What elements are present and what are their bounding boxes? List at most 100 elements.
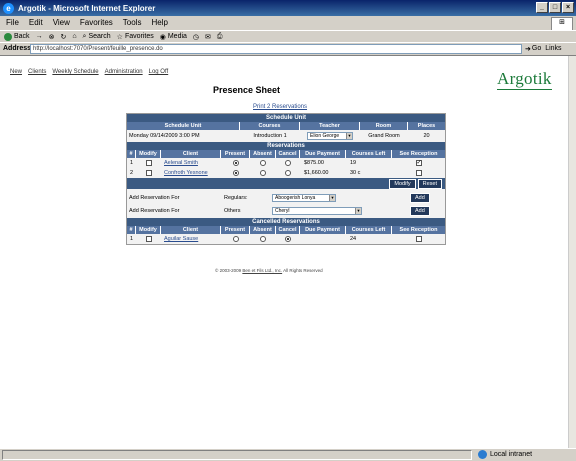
star-icon: ☆ (116, 33, 123, 41)
client-link[interactable]: Aelenal Smith (164, 160, 198, 166)
security-zone: Local intranet (478, 450, 532, 459)
modify-cell (136, 170, 161, 176)
maximize-button[interactable]: □ (549, 2, 561, 13)
absent-radio[interactable] (260, 160, 266, 166)
ie-icon: e (3, 2, 14, 14)
client-link[interactable]: Aguilar Sause (164, 236, 198, 242)
col-number: # (127, 150, 136, 158)
search-button[interactable]: ⌕ Search (83, 33, 111, 41)
company-link[interactable]: Ben et Fils Ltd., Inc. (242, 268, 282, 273)
add-regular-button[interactable]: Add (410, 192, 430, 203)
globe-icon (478, 450, 487, 459)
present-radio[interactable] (232, 236, 239, 242)
col-due-payment: Due Payment (300, 226, 346, 234)
favorites-button[interactable]: ☆ Favorites (117, 33, 154, 41)
menu-favorites[interactable]: Favorites (80, 18, 113, 27)
courses-left: 30 c (350, 170, 361, 176)
reservation-row: 2 Confroth Yesnone $1,660.00 30 c (127, 168, 445, 178)
media-icon: ◉ (159, 33, 166, 41)
modify-checkbox[interactable] (145, 160, 152, 166)
nav-weekly-schedule[interactable]: Weekly Schedule (52, 69, 98, 75)
footer: © 2003-2009 Ben et Fils Ltd., Inc. All R… (215, 268, 323, 273)
status-bar: Local intranet (0, 448, 576, 461)
teacher-select[interactable]: Elion George ▼ (307, 132, 353, 140)
reception-cell (392, 170, 445, 176)
reset-button[interactable]: Reset (417, 178, 442, 189)
add-regular-row: Add Reservation For Regulars: Aboogerish… (127, 191, 445, 204)
absent-radio[interactable] (260, 236, 266, 242)
places-value: 20 (423, 133, 430, 139)
see-reception-checkbox[interactable] (415, 236, 422, 242)
page-content: New Clients Weekly Schedule Administrati… (0, 55, 576, 448)
forward-button[interactable]: → (36, 33, 43, 40)
reservations-header: Reservations (127, 142, 445, 150)
rights-text: All Rights Reserved (283, 268, 323, 273)
add-reservation-label: Add Reservation For (129, 194, 180, 201)
client-link[interactable]: Confroth Yesnone (164, 170, 208, 176)
window-title: Argotik - Microsoft Internet Explorer (18, 3, 156, 13)
vertical-scrollbar[interactable] (568, 56, 576, 448)
schedule-unit-header: Schedule Unit (127, 114, 445, 122)
back-button[interactable]: Back (4, 32, 30, 41)
zone-label: Local intranet (490, 451, 533, 458)
mail-button[interactable]: ✉ (205, 33, 211, 41)
links-button[interactable]: Links (545, 45, 561, 52)
col-see-reception: See Reception (399, 227, 438, 233)
col-places: Places (417, 123, 436, 129)
see-reception-checkbox[interactable] (415, 170, 422, 176)
see-reception-checkbox[interactable] (415, 160, 422, 166)
modify-checkbox[interactable] (145, 236, 152, 242)
menu-help[interactable]: Help (151, 18, 167, 27)
col-courses-left: Courses Left (346, 150, 392, 158)
print-reservations-link[interactable]: Print 2 Reservations (253, 104, 307, 110)
cancel-radio[interactable] (285, 236, 291, 242)
modify-checkbox[interactable] (145, 170, 152, 176)
regulars-label: Regulars: (224, 194, 248, 201)
logo-underline (497, 89, 552, 90)
nav-administration[interactable]: Administration (105, 69, 143, 75)
absent-radio[interactable] (260, 170, 266, 176)
chevron-down-icon: ▼ (329, 194, 335, 201)
minimize-button[interactable]: _ (536, 2, 548, 13)
col-client: Client (161, 226, 221, 234)
media-button[interactable]: ◉ Media (160, 33, 187, 41)
menu-edit[interactable]: Edit (29, 18, 43, 27)
present-radio[interactable] (232, 160, 239, 166)
absent-cell (250, 236, 276, 242)
home-button[interactable]: ⌂ (72, 33, 76, 40)
address-bar: Address http://localhost:7070/Present/fe… (0, 42, 576, 54)
schedule-row: Monday 09/14/2009 3:00 PM Introduction 1… (127, 130, 445, 142)
nav-clients[interactable]: Clients (28, 69, 46, 75)
nav-log-off[interactable]: Log Off (149, 69, 169, 75)
refresh-button[interactable]: ↻ (60, 33, 66, 41)
address-input[interactable]: http://localhost:7070/Present/feuille_pr… (30, 43, 522, 54)
row-number: 1 (129, 160, 134, 166)
stop-button[interactable]: ⊗ (49, 33, 55, 41)
regulars-select[interactable]: Aboogerish Lonya ▼ (272, 193, 336, 202)
schedule-column-headers: Schedule Unit Courses Teacher Room Place… (127, 122, 445, 130)
cancelled-column-headers: # Modify Client Present Absent Cancel Du… (127, 226, 445, 234)
reception-cell (392, 160, 445, 166)
modify-cell (136, 236, 161, 242)
print-button[interactable]: ⎙ (217, 33, 223, 41)
present-radio[interactable] (232, 170, 239, 176)
close-button[interactable]: × (562, 2, 574, 13)
nav-new[interactable]: New (10, 69, 22, 75)
menu-tools[interactable]: Tools (123, 18, 142, 27)
window-controls: _ □ × (536, 2, 574, 13)
add-other-button[interactable]: Add (410, 205, 430, 216)
room-value: Grand Room (368, 133, 400, 139)
modify-button[interactable]: Modify (389, 178, 416, 189)
history-button[interactable]: ◷ (193, 33, 199, 41)
search-icon: ⌕ (82, 32, 87, 40)
chevron-down-icon: ▼ (355, 207, 361, 214)
cancel-radio[interactable] (285, 160, 291, 166)
cancel-radio[interactable] (285, 170, 291, 176)
client-cell: Aelenal Smith (161, 160, 221, 166)
others-select[interactable]: Cheryl ▼ (272, 206, 362, 215)
menu-view[interactable]: View (53, 18, 70, 27)
reservation-row: 1 Aelenal Smith $875.00 19 (127, 158, 445, 168)
go-button[interactable]: ➜ Go (525, 45, 541, 53)
absent-cell (250, 170, 276, 176)
menu-file[interactable]: File (6, 18, 19, 27)
